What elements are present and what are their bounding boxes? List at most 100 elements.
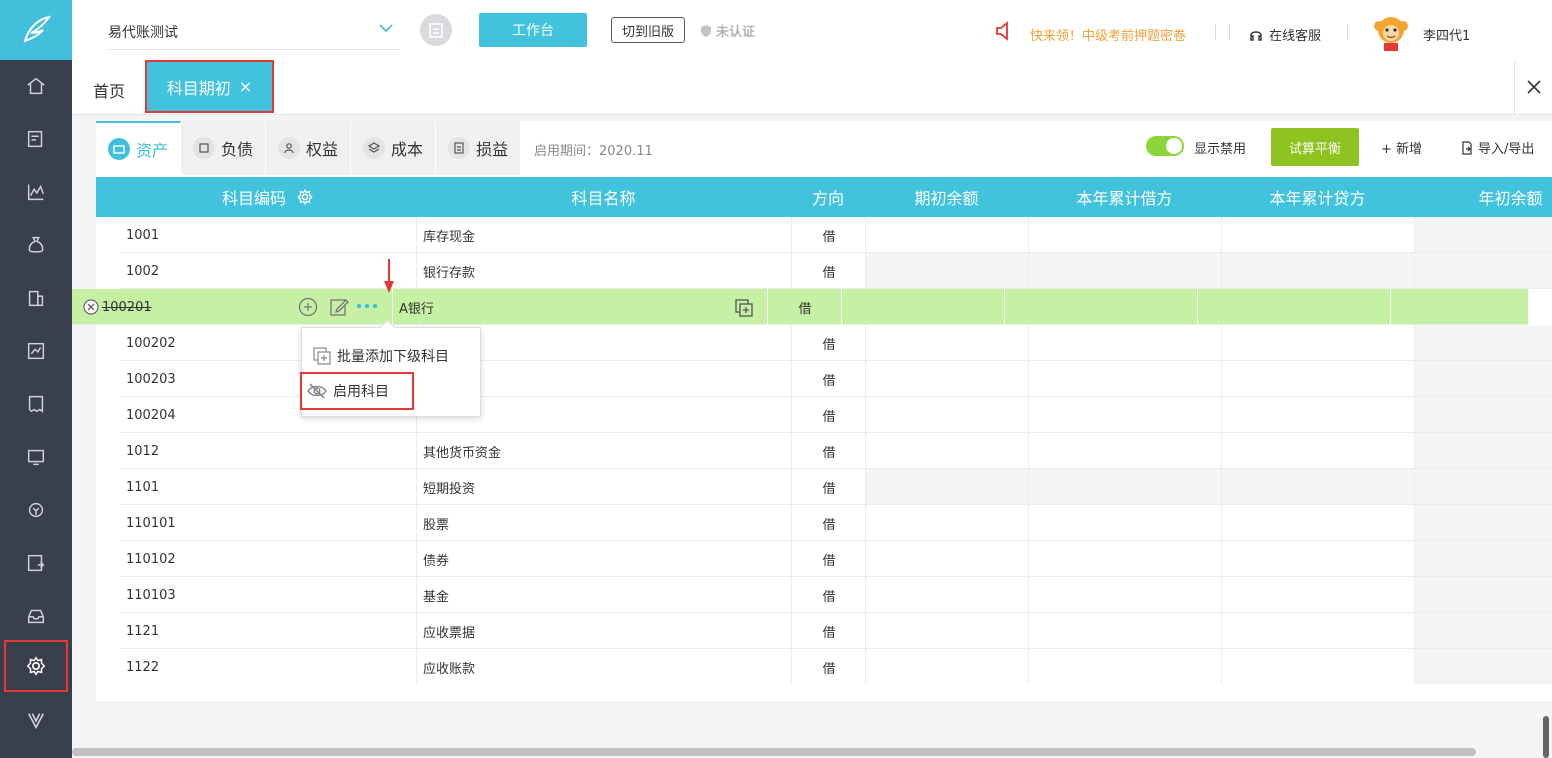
row-direction: 借 — [822, 553, 836, 569]
more-options-icon[interactable] — [355, 302, 379, 310]
tab-home[interactable]: 首页 — [93, 78, 125, 102]
table-row[interactable]: 110103 基金 借 — [120, 577, 1552, 613]
table-row[interactable]: 1001 库存现金 借 — [120, 217, 1552, 253]
unverified-badge[interactable]: 未认证 — [699, 21, 755, 40]
add-button[interactable]: + 新增 — [1381, 138, 1422, 157]
username[interactable]: 李四代1 — [1423, 25, 1470, 44]
column-divider — [865, 397, 866, 433]
sidebar-item-voucher[interactable] — [0, 113, 72, 165]
tab-subject-opening[interactable]: 科目期初 × — [145, 60, 274, 113]
row-name: 其他货币资金 — [423, 445, 502, 461]
import-export-button[interactable]: 导入/导出 — [1460, 138, 1534, 157]
online-service-link[interactable]: 在线客服 — [1248, 25, 1321, 44]
promo-link[interactable]: 快来领！中级考前押题密卷 — [1030, 25, 1186, 44]
row-name: 应收账款 — [423, 661, 476, 677]
trial-balance-button[interactable]: 试算平衡 — [1271, 128, 1359, 166]
row-direction: 借 — [798, 301, 812, 317]
column-divider — [865, 541, 866, 577]
column-divider — [791, 397, 792, 433]
sidebar-item-money[interactable] — [0, 219, 72, 271]
row-direction: 借 — [822, 373, 836, 389]
column-divider — [1221, 505, 1222, 541]
headset-icon — [1250, 30, 1262, 41]
column-divider — [1028, 649, 1029, 684]
company-select[interactable]: 易代账测试 — [108, 12, 400, 50]
edit-icon[interactable] — [329, 297, 349, 317]
row-code: 100203 — [126, 371, 176, 387]
menu-item-enable-subject[interactable]: 启用科目 — [300, 372, 414, 410]
category-tab-profit-loss[interactable]: 损益 — [436, 121, 522, 175]
add-child-icon[interactable] — [298, 297, 318, 317]
category-tab-cost[interactable]: 成本 — [351, 121, 437, 175]
sidebar-item-tax[interactable] — [0, 484, 72, 536]
row-direction: 借 — [822, 589, 836, 605]
row-code: 110103 — [126, 587, 176, 603]
readonly-cell — [1415, 253, 1552, 288]
building-icon — [28, 290, 44, 307]
readonly-cell — [1415, 649, 1552, 684]
avatar[interactable] — [1371, 12, 1411, 52]
column-header-ytd-debit: 本年累计借方 — [1076, 189, 1173, 208]
table-row[interactable]: 110102 债券 借 — [120, 541, 1552, 577]
table-row[interactable]: 1101 短期投资 借 — [120, 469, 1552, 505]
row-code: 1002 — [126, 263, 160, 279]
category-tab-label: 资产 — [136, 141, 169, 160]
horizontal-scrollbar[interactable] — [72, 748, 1476, 756]
readonly-cell — [1222, 253, 1414, 288]
sidebar-item-settings[interactable] — [4, 640, 68, 692]
column-divider — [865, 577, 866, 613]
category-tab-equity[interactable]: 权益 — [266, 121, 352, 175]
shield-icon — [701, 24, 711, 37]
home-icon — [27, 77, 45, 95]
sidebar-item-building[interactable] — [0, 272, 72, 324]
column-divider — [791, 325, 792, 361]
menu-item-label: 启用科目 — [333, 384, 389, 400]
invoice-icon — [28, 395, 44, 413]
sidebar-item-report[interactable] — [0, 325, 72, 377]
copy-add-icon[interactable] — [734, 298, 754, 318]
column-divider — [865, 613, 866, 649]
sidebar-item-export[interactable] — [0, 537, 72, 589]
table-row-selected[interactable]: 100201 A银行 借 — [72, 289, 1528, 325]
column-divider — [1414, 217, 1415, 253]
column-divider — [1414, 433, 1415, 469]
page-tabbar: 首页 科目期初 × — [72, 60, 1552, 115]
sidebar-item-home[interactable] — [0, 60, 72, 112]
sidebar-item-chart[interactable] — [0, 166, 72, 218]
tab-close-icon[interactable]: × — [239, 77, 252, 96]
sidebar-item-invoice[interactable] — [0, 378, 72, 430]
column-divider — [1028, 613, 1029, 649]
column-header-ytd-credit: 本年累计贷方 — [1269, 189, 1366, 208]
app-logo[interactable] — [0, 0, 72, 60]
row-code: 100204 — [126, 407, 176, 423]
column-divider — [1221, 577, 1222, 613]
close-all-tabs-button[interactable] — [1514, 60, 1552, 114]
column-settings-gear-icon[interactable] — [296, 188, 314, 206]
column-divider — [1028, 253, 1029, 289]
readonly-cell — [866, 469, 1028, 504]
table-row[interactable]: 1122 应收账款 借 — [120, 649, 1552, 684]
top-header: 易代账测试 工作台 切到旧版 未认证 快来领！中级考前押题密卷 在线客服 李四代… — [72, 0, 1552, 60]
vertical-scrollbar[interactable] — [1543, 716, 1549, 758]
switch-old-version-button[interactable]: 切到旧版 — [611, 17, 685, 43]
workbench-button[interactable]: 工作台 — [479, 13, 587, 47]
sidebar-item-assets[interactable] — [0, 431, 72, 483]
header-divider — [1347, 24, 1348, 40]
table-row[interactable]: 1121 应收票据 借 — [120, 613, 1552, 649]
archive-icon — [27, 609, 45, 624]
readonly-cell — [1415, 505, 1552, 540]
category-tab-liabilities[interactable]: 负债 — [181, 121, 267, 175]
row-code: 110101 — [126, 515, 176, 531]
category-tab-assets[interactable]: 资产 — [96, 121, 182, 175]
sidebar-item-vip[interactable] — [0, 694, 72, 746]
remove-circle-icon[interactable] — [83, 299, 99, 315]
column-divider — [1221, 433, 1222, 469]
table-row[interactable]: 1012 其他货币资金 借 — [120, 433, 1552, 469]
menu-item-batch-add[interactable]: 批量添加下级科目 — [308, 340, 453, 372]
show-disabled-toggle[interactable] — [1146, 136, 1184, 156]
calendar-icon[interactable] — [420, 14, 452, 46]
table-row[interactable]: 110101 股票 借 — [120, 505, 1552, 541]
sidebar-item-archive[interactable] — [0, 590, 72, 642]
table-row[interactable]: 1002 银行存款 借 — [120, 253, 1552, 289]
column-divider — [1028, 541, 1029, 577]
